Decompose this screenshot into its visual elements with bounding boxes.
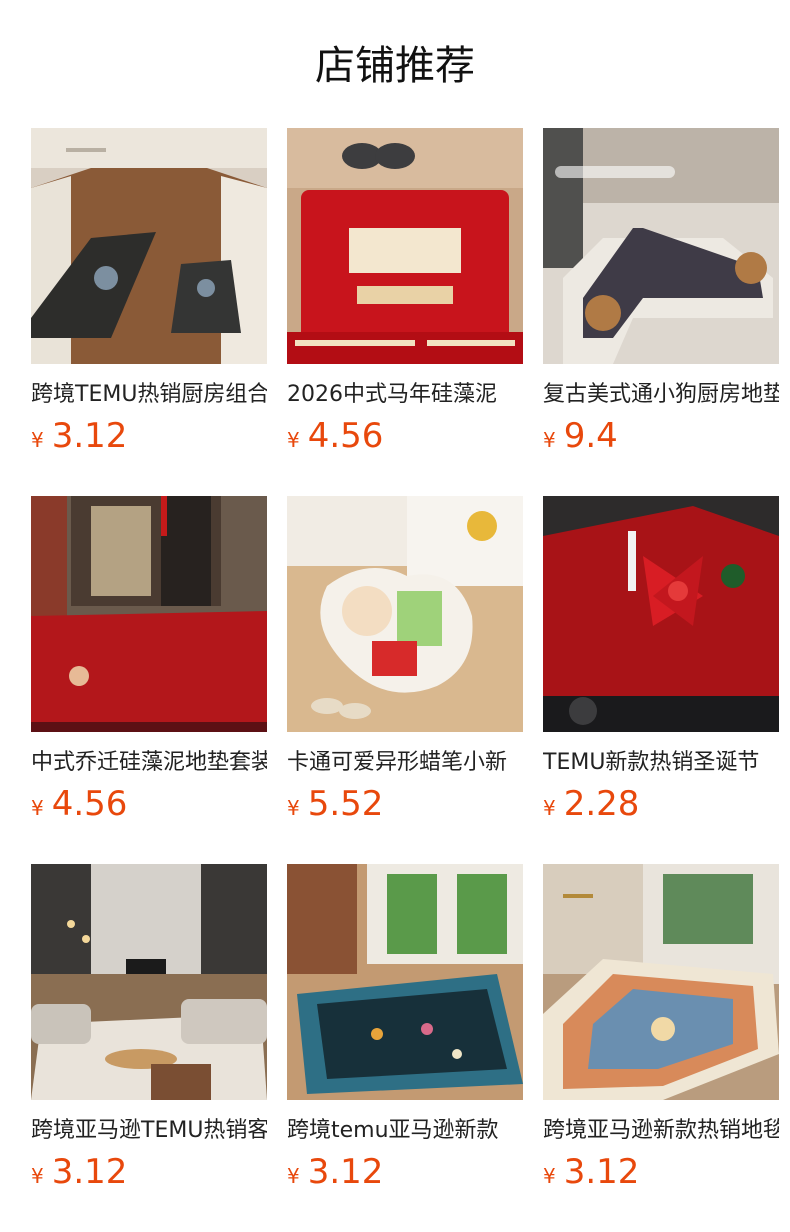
product-card[interactable]: 跨境亚马逊TEMU热销客厅 ¥ 3.12: [31, 864, 267, 1192]
product-image-christmas-cover[interactable]: [543, 496, 779, 732]
product-name[interactable]: 跨境亚马逊TEMU热销客厅: [31, 1116, 267, 1146]
product-price: ¥ 3.12: [31, 416, 127, 456]
price-value: 5.52: [307, 784, 384, 824]
price-value: 2.28: [563, 784, 640, 824]
price-value: 4.56: [307, 416, 384, 456]
product-card[interactable]: 2026中式马年硅藻泥 ¥ 4.56: [287, 128, 523, 456]
price-value: 3.12: [51, 416, 128, 456]
price-value: 3.12: [51, 1152, 128, 1192]
product-card[interactable]: 跨境亚马逊新款热销地毯 ¥ 3.12: [543, 864, 779, 1192]
product-image-new-year-mat[interactable]: [287, 128, 523, 364]
product-image-red-door-mat[interactable]: [31, 496, 267, 732]
product-price: ¥ 3.12: [287, 1152, 383, 1192]
product-price: ¥ 2.28: [543, 784, 639, 824]
product-card[interactable]: 跨境temu亚马逊新款 ¥ 3.12: [287, 864, 523, 1192]
currency-symbol: ¥: [31, 1164, 44, 1188]
product-card[interactable]: 复古美式通小狗厨房地垫 ¥ 9.4: [543, 128, 779, 456]
product-card[interactable]: 跨境TEMU热销厨房组合 ¥ 3.12: [31, 128, 267, 456]
product-price: ¥ 4.56: [287, 416, 383, 456]
currency-symbol: ¥: [543, 1164, 556, 1188]
price-value: 4.56: [51, 784, 128, 824]
product-price: ¥ 9.4: [543, 416, 618, 456]
currency-symbol: ¥: [31, 796, 44, 820]
product-image-living-room-rug[interactable]: [31, 864, 267, 1100]
product-image-cartoon-rug[interactable]: [287, 496, 523, 732]
product-name[interactable]: 2026中式马年硅藻泥: [287, 380, 523, 410]
currency-symbol: ¥: [31, 428, 44, 452]
currency-symbol: ¥: [543, 796, 556, 820]
product-image-dog-kitchen-mat[interactable]: [543, 128, 779, 364]
product-grid: 跨境TEMU热销厨房组合 ¥ 3.12 2026中式马年硅藻泥 ¥ 4.56 复…: [31, 128, 779, 1192]
price-value: 3.12: [563, 1152, 640, 1192]
product-price: ¥ 5.52: [287, 784, 383, 824]
price-value: 3.12: [307, 1152, 384, 1192]
product-name[interactable]: 复古美式通小狗厨房地垫: [543, 380, 779, 410]
price-value: 9.4: [563, 416, 618, 456]
product-image-blue-floral-rug[interactable]: [287, 864, 523, 1100]
currency-symbol: ¥: [287, 428, 300, 452]
product-card[interactable]: 卡通可爱异形蜡笔小新 ¥ 5.52: [287, 496, 523, 824]
currency-symbol: ¥: [287, 1164, 300, 1188]
product-card[interactable]: 中式乔迁硅藻泥地垫套装 ¥ 4.56: [31, 496, 267, 824]
product-name[interactable]: 跨境temu亚马逊新款: [287, 1116, 523, 1146]
product-name[interactable]: 跨境亚马逊新款热销地毯: [543, 1116, 779, 1146]
page-title: 店铺推荐: [315, 43, 475, 89]
product-name[interactable]: 卡通可爱异形蜡笔小新: [287, 748, 523, 778]
product-image-kitchen-coffee-mat[interactable]: [31, 128, 267, 364]
product-card[interactable]: TEMU新款热销圣诞节 ¥ 2.28: [543, 496, 779, 824]
product-image-bohemian-rug[interactable]: [543, 864, 779, 1100]
currency-symbol: ¥: [543, 428, 556, 452]
product-price: ¥ 3.12: [543, 1152, 639, 1192]
product-name[interactable]: TEMU新款热销圣诞节: [543, 748, 779, 778]
product-name[interactable]: 中式乔迁硅藻泥地垫套装: [31, 748, 267, 778]
product-name[interactable]: 跨境TEMU热销厨房组合: [31, 380, 267, 410]
currency-symbol: ¥: [287, 796, 300, 820]
product-price: ¥ 3.12: [31, 1152, 127, 1192]
product-price: ¥ 4.56: [31, 784, 127, 824]
